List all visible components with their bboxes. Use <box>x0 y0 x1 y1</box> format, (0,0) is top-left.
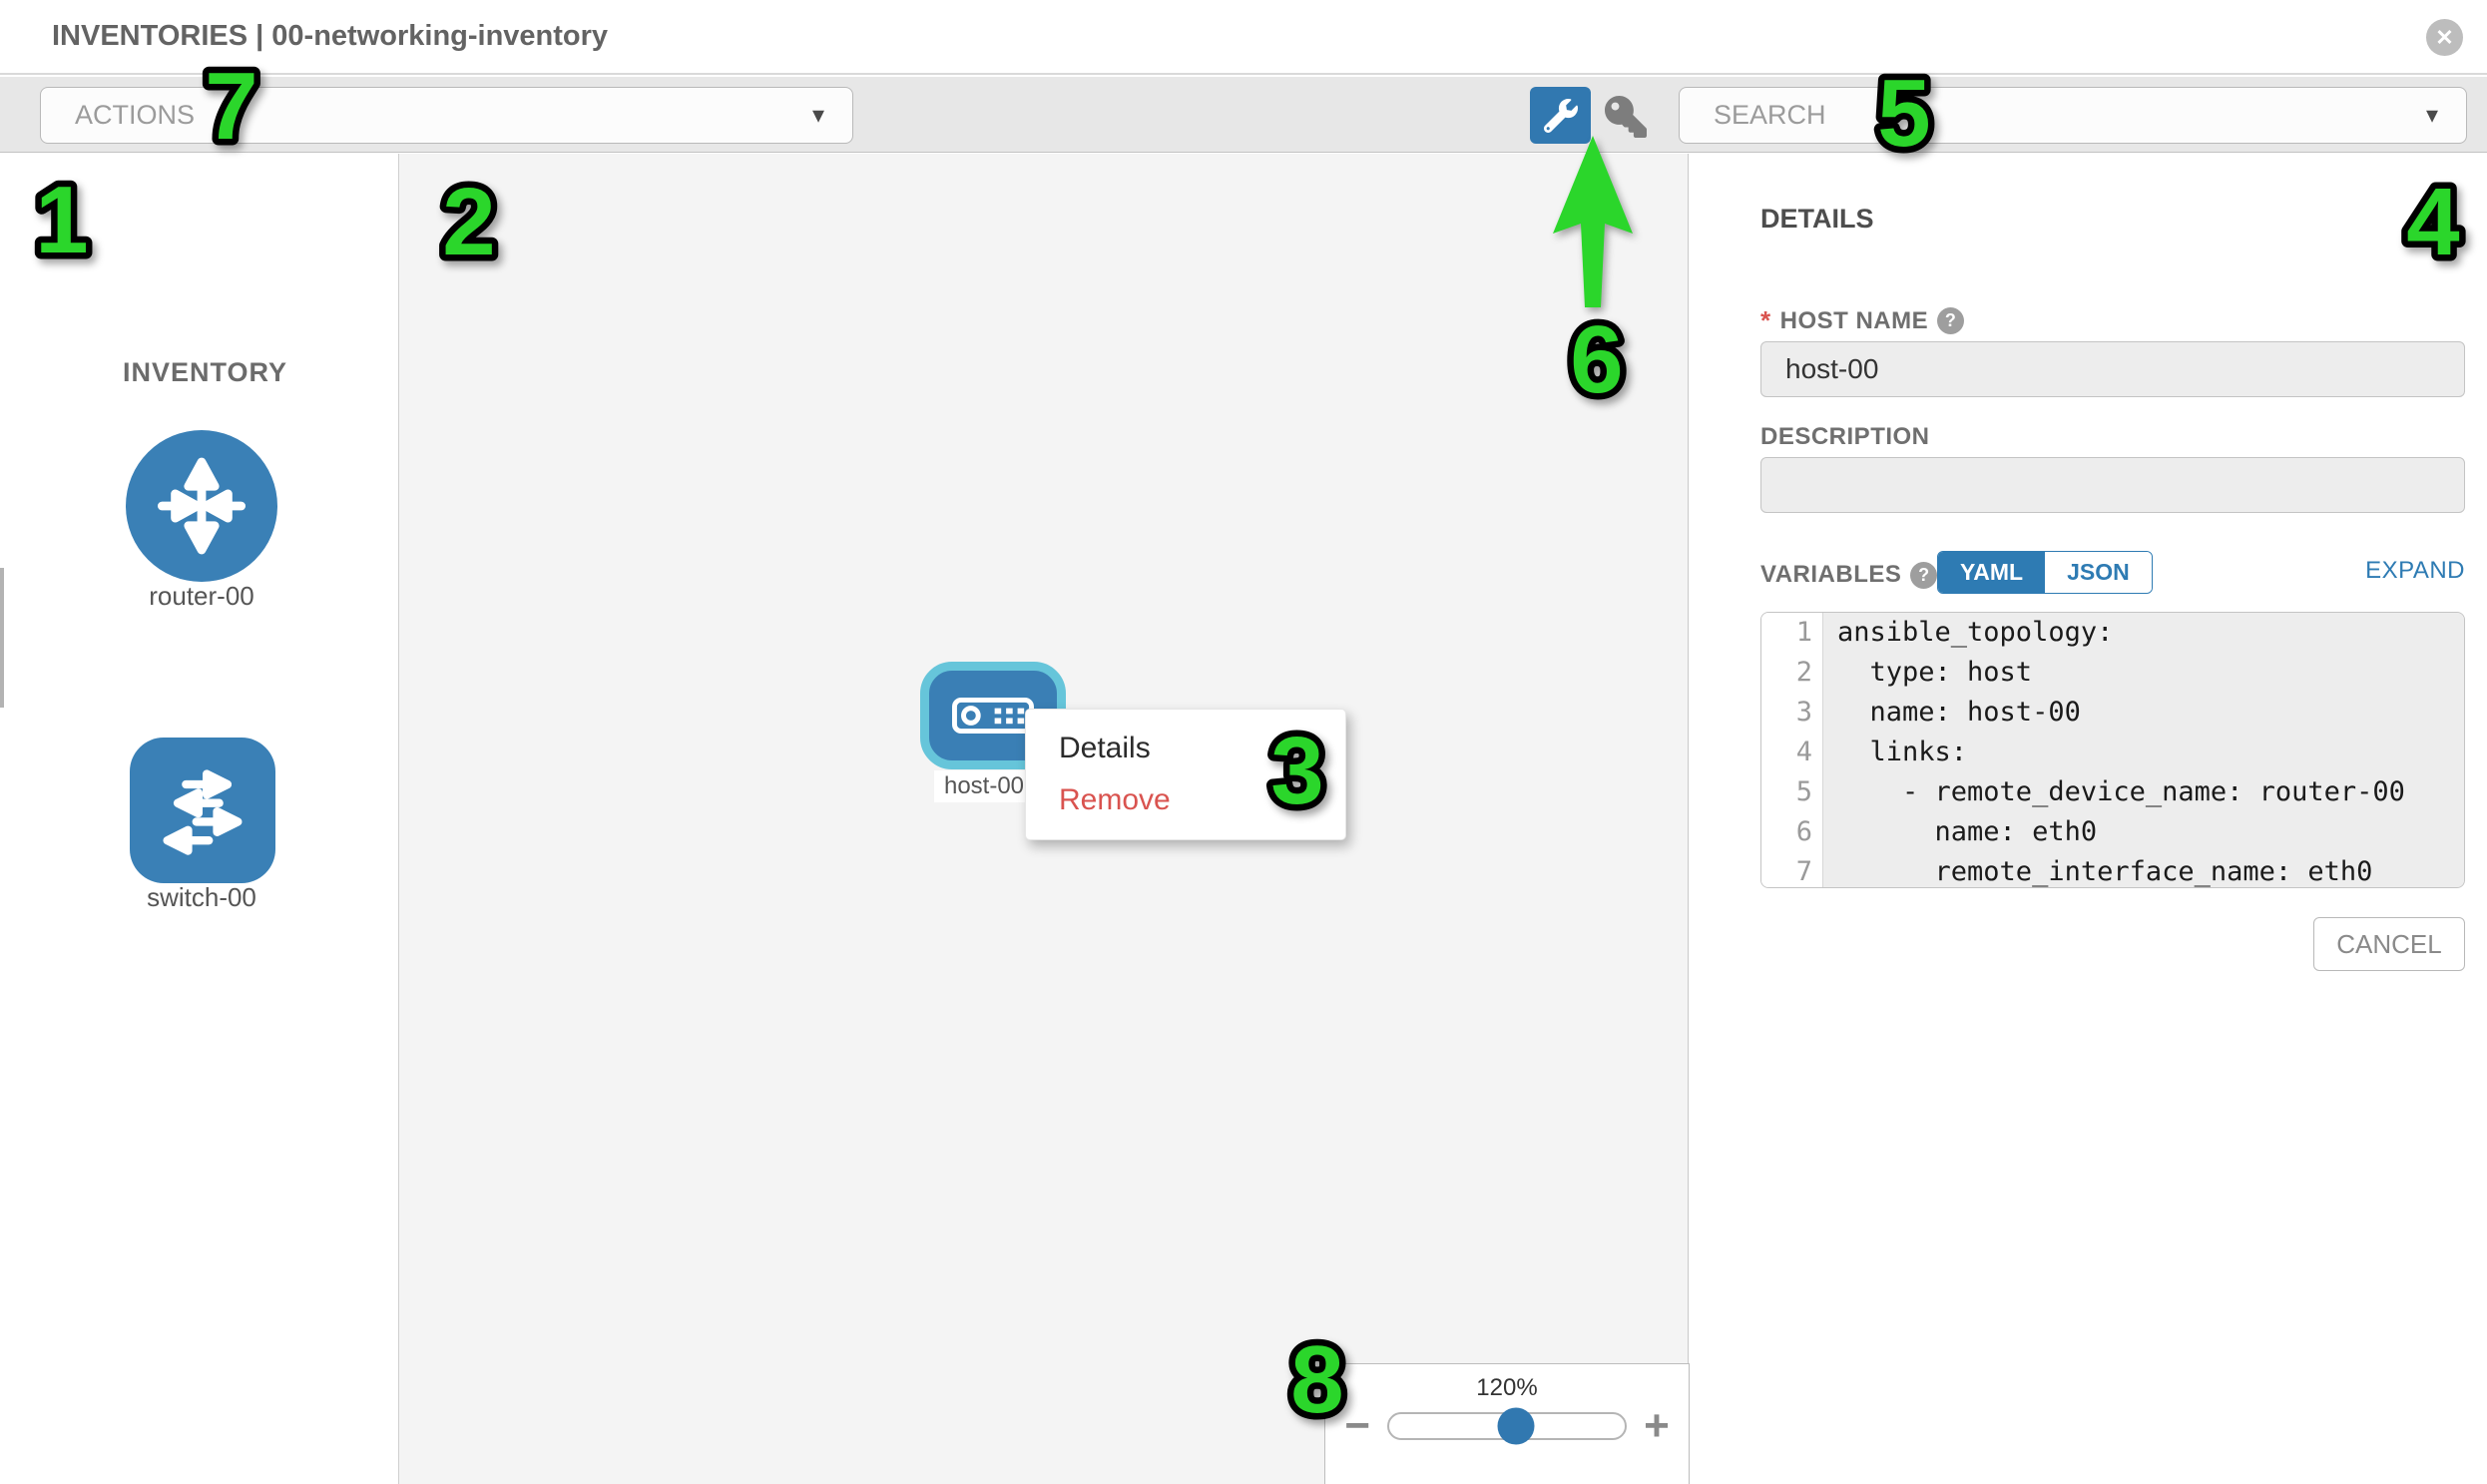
code-line: 3 name: host-00 <box>1761 693 2464 733</box>
expand-link[interactable]: EXPAND <box>2365 557 2465 585</box>
cancel-button[interactable]: CANCEL <box>2313 917 2465 971</box>
close-icon: ✕ <box>2435 25 2453 51</box>
code-line: 5 - remote_device_name: router-00 <box>1761 772 2464 812</box>
actions-dropdown-label: ACTIONS <box>75 100 195 131</box>
description-input[interactable] <box>1760 457 2465 513</box>
variables-code-editor[interactable]: 1 ansible_topology: 2 type: host 3 name:… <box>1760 612 2465 888</box>
variables-label-row: VARIABLES ? <box>1760 561 1937 589</box>
host-node-label: host-00 <box>934 770 1034 802</box>
code-line: 6 name: eth0 <box>1761 812 2464 852</box>
sidebar-scrollbar[interactable] <box>0 568 4 708</box>
code-line: 1 ansible_topology: <box>1761 613 2464 653</box>
json-toggle-button[interactable]: JSON <box>2045 552 2152 593</box>
wrench-icon <box>1544 99 1578 133</box>
zoom-out-button[interactable]: − <box>1339 1406 1375 1446</box>
router-icon <box>147 451 256 561</box>
sidebar-title: INVENTORY <box>123 357 287 388</box>
inventory-item-switch[interactable] <box>130 738 275 883</box>
zoom-control: 120% − + <box>1324 1363 1690 1484</box>
description-label: DESCRIPTION <box>1760 423 1930 451</box>
help-icon[interactable]: ? <box>1937 307 1964 334</box>
variables-label: VARIABLES <box>1760 561 1901 589</box>
help-icon[interactable]: ? <box>1910 562 1937 589</box>
details-heading: DETAILS <box>1760 204 1874 235</box>
menu-item-details[interactable]: Details <box>1026 723 1345 774</box>
host-icon <box>952 697 1034 735</box>
switch-icon <box>151 758 254 862</box>
chevron-down-icon: ▾ <box>2426 101 2438 130</box>
close-button[interactable]: ✕ <box>2426 19 2463 56</box>
page-title: INVENTORIES | 00-networking-inventory <box>52 20 608 53</box>
host-name-input[interactable] <box>1760 341 2465 397</box>
search-dropdown[interactable]: SEARCH ▾ <box>1679 87 2467 144</box>
configure-button[interactable] <box>1530 87 1591 144</box>
required-asterisk: * <box>1760 305 1771 336</box>
yaml-toggle-button[interactable]: YAML <box>1938 552 2045 593</box>
code-line: 4 links: <box>1761 733 2464 772</box>
code-line: 7 remote_interface_name: eth0 <box>1761 852 2464 888</box>
switch-label: switch-00 <box>100 882 303 913</box>
code-line: 2 type: host <box>1761 653 2464 693</box>
key-icon <box>1605 96 1647 138</box>
key-button[interactable] <box>1601 92 1651 142</box>
inventory-sidebar: INVENTORY router-00 <box>0 154 399 1484</box>
context-menu: Details Remove <box>1025 709 1346 840</box>
search-dropdown-label: SEARCH <box>1714 100 1826 131</box>
zoom-slider-thumb[interactable] <box>1498 1408 1535 1445</box>
format-toggle: YAML JSON <box>1937 551 2153 594</box>
toolbar: ACTIONS ▾ SEARCH ▾ <box>0 77 2487 153</box>
zoom-level-label: 120% <box>1325 1374 1689 1402</box>
zoom-in-button[interactable]: + <box>1639 1406 1675 1446</box>
chevron-down-icon: ▾ <box>812 101 824 130</box>
host-name-label-row: * HOST NAME ? <box>1760 305 1964 336</box>
router-label: router-00 <box>100 581 303 612</box>
description-label-row: DESCRIPTION <box>1760 423 1930 451</box>
inventory-item-router[interactable] <box>126 430 277 582</box>
zoom-slider[interactable] <box>1387 1412 1627 1440</box>
host-name-label: HOST NAME <box>1780 307 1929 335</box>
details-panel: DETAILS * HOST NAME ? DESCRIPTION VARIAB… <box>1690 154 2487 1484</box>
menu-item-remove[interactable]: Remove <box>1026 774 1345 826</box>
actions-dropdown[interactable]: ACTIONS ▾ <box>40 87 853 144</box>
title-bar: INVENTORIES | 00-networking-inventory ✕ <box>0 0 2487 75</box>
